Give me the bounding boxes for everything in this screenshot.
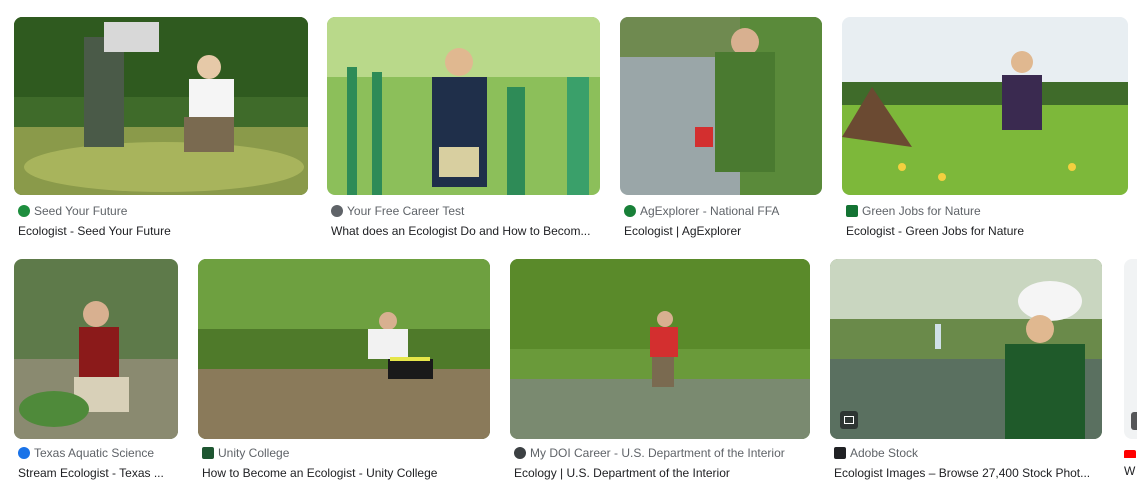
- result-card[interactable]: Green Jobs for Nature Ecologist - Green …: [842, 17, 1128, 242]
- water-drop-icon: [18, 447, 30, 459]
- result-title[interactable]: Ecologist - Seed Your Future: [18, 224, 304, 238]
- result-card[interactable]: Unity College How to Become an Ecologist…: [198, 259, 490, 483]
- image-icon: [1131, 412, 1137, 430]
- result-title[interactable]: W: [1124, 464, 1137, 478]
- result-title[interactable]: Ecology | U.S. Department of the Interio…: [514, 466, 806, 480]
- result-thumbnail[interactable]: [14, 17, 308, 195]
- result-source-label: Texas Aquatic Science: [34, 446, 155, 460]
- result-title[interactable]: How to Become an Ecologist - Unity Colle…: [202, 466, 486, 480]
- result-title[interactable]: Ecologist Images – Browse 27,400 Stock P…: [834, 466, 1098, 480]
- result-source[interactable]: Texas Aquatic Science: [18, 446, 174, 460]
- result-thumbnail[interactable]: [198, 259, 490, 439]
- result-source-label: AgExplorer - National FFA: [640, 204, 780, 218]
- result-source[interactable]: Unity College: [202, 446, 486, 460]
- result-thumbnail[interactable]: [14, 259, 178, 439]
- result-title[interactable]: Ecologist | AgExplorer: [624, 224, 818, 238]
- result-card[interactable]: Adobe Stock Ecologist Images – Browse 27…: [830, 259, 1102, 483]
- site-favicon-icon: [846, 205, 858, 217]
- youtube-icon: [1124, 446, 1137, 458]
- result-title[interactable]: What does an Ecologist Do and How to Bec…: [331, 224, 596, 238]
- site-favicon-icon: [624, 205, 636, 217]
- result-source-label: Unity College: [218, 446, 290, 460]
- image-icon: [840, 411, 858, 429]
- result-source[interactable]: Adobe Stock: [834, 446, 1098, 460]
- shield-icon: [202, 447, 214, 459]
- result-source[interactable]: Your Free Career Test: [331, 204, 596, 218]
- result-source[interactable]: Seed Your Future: [18, 204, 304, 218]
- result-source[interactable]: AgExplorer - National FFA: [624, 204, 818, 218]
- result-thumbnail[interactable]: [830, 259, 1102, 439]
- result-card[interactable]: My DOI Career - U.S. Department of the I…: [510, 259, 810, 483]
- result-thumbnail[interactable]: [327, 17, 600, 195]
- result-thumbnail[interactable]: [620, 17, 822, 195]
- result-thumbnail[interactable]: [842, 17, 1128, 195]
- result-thumbnail[interactable]: [510, 259, 810, 439]
- globe-icon: [331, 205, 343, 217]
- result-source-label: Seed Your Future: [34, 204, 128, 218]
- result-source-label: Your Free Career Test: [347, 204, 465, 218]
- result-source-label: Green Jobs for Nature: [862, 204, 981, 218]
- result-title[interactable]: Ecologist - Green Jobs for Nature: [846, 224, 1124, 238]
- result-title[interactable]: Stream Ecologist - Texas ...: [18, 466, 174, 480]
- result-card[interactable]: Texas Aquatic Science Stream Ecologist -…: [14, 259, 178, 483]
- result-card[interactable]: AgExplorer - National FFA Ecologist | Ag…: [620, 17, 822, 242]
- result-source-label: My DOI Career - U.S. Department of the I…: [530, 446, 785, 460]
- result-source-label: Adobe Stock: [850, 446, 919, 460]
- result-source[interactable]: My DOI Career - U.S. Department of the I…: [514, 446, 806, 460]
- result-card[interactable]: Your Free Career Test What does an Ecolo…: [327, 17, 600, 242]
- site-favicon-icon: [18, 205, 30, 217]
- site-favicon-icon: [514, 447, 526, 459]
- site-favicon-icon: [834, 447, 846, 459]
- result-card[interactable]: Seed Your Future Ecologist - Seed Your F…: [14, 17, 308, 242]
- result-source[interactable]: Green Jobs for Nature: [846, 204, 1124, 218]
